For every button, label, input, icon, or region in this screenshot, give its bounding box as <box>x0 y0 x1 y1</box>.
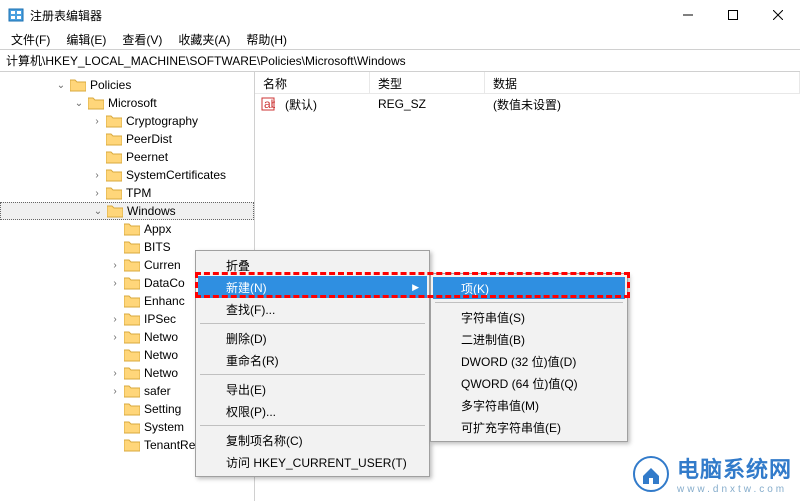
menu-file[interactable]: 文件(F) <box>4 29 57 50</box>
ctx-perm[interactable]: 权限(P)... <box>198 400 427 422</box>
folder-icon <box>70 78 86 92</box>
ctx-new-expand[interactable]: 可扩充字符串值(E) <box>433 416 625 438</box>
ctx-collapse[interactable]: 折叠 <box>198 254 427 276</box>
menu-fav[interactable]: 收藏夹(A) <box>171 29 237 50</box>
folder-icon <box>124 348 140 362</box>
expand-icon[interactable]: › <box>90 188 104 199</box>
folder-icon <box>124 366 140 380</box>
folder-icon <box>106 168 122 182</box>
ctx-delete[interactable]: 删除(D) <box>198 327 427 349</box>
watermark: 电脑系统网 www.dnxtw.com <box>633 452 792 495</box>
folder-icon <box>124 420 140 434</box>
list-header: 名称 类型 数据 <box>255 72 800 94</box>
maximize-button[interactable] <box>710 0 755 30</box>
expand-icon[interactable]: › <box>108 368 122 379</box>
separator <box>200 374 425 375</box>
close-button[interactable] <box>755 0 800 30</box>
folder-icon <box>124 222 140 236</box>
menu-view[interactable]: 查看(V) <box>115 29 169 50</box>
ctx-new-dword[interactable]: DWORD (32 位)值(D) <box>433 350 625 372</box>
folder-icon <box>124 438 140 452</box>
ctx-find[interactable]: 查找(F)... <box>198 298 427 320</box>
ctx-new[interactable]: 新建(N)▶ <box>198 276 427 298</box>
folder-icon <box>106 132 122 146</box>
folder-icon <box>106 114 122 128</box>
ctx-new-qword[interactable]: QWORD (64 位)值(Q) <box>433 372 625 394</box>
submenu-arrow-icon: ▶ <box>412 282 419 293</box>
app-icon <box>8 7 24 23</box>
expand-icon[interactable]: › <box>90 116 104 127</box>
tree-node[interactable]: ›TPM <box>0 184 254 202</box>
menu-help[interactable]: 帮助(H) <box>239 29 294 50</box>
expand-icon[interactable]: ⌄ <box>54 80 68 91</box>
ctx-new-binary[interactable]: 二进制值(B) <box>433 328 625 350</box>
separator <box>435 302 623 303</box>
expand-icon[interactable]: ⌄ <box>72 98 86 109</box>
ctx-new-string[interactable]: 字符串值(S) <box>433 306 625 328</box>
menu-edit[interactable]: 编辑(E) <box>59 29 113 50</box>
context-submenu-new: 项(K) 字符串值(S) 二进制值(B) DWORD (32 位)值(D) QW… <box>430 273 628 442</box>
tree-node-microsoft[interactable]: ⌄Microsoft <box>0 94 254 112</box>
ctx-new-multi[interactable]: 多字符串值(M) <box>433 394 625 416</box>
minimize-button[interactable] <box>665 0 710 30</box>
expand-icon[interactable]: › <box>90 170 104 181</box>
expand-icon[interactable]: › <box>108 260 122 271</box>
tree-node[interactable]: PeerDist <box>0 130 254 148</box>
tree-node[interactable]: ›SystemCertificates <box>0 166 254 184</box>
ctx-rename[interactable]: 重命名(R) <box>198 349 427 371</box>
col-type[interactable]: 类型 <box>370 72 485 93</box>
expand-icon[interactable]: › <box>108 332 122 343</box>
folder-icon <box>124 294 140 308</box>
window-title: 注册表编辑器 <box>30 7 665 24</box>
col-data[interactable]: 数据 <box>485 72 800 93</box>
folder-icon <box>124 258 140 272</box>
folder-icon <box>124 330 140 344</box>
ctx-goto[interactable]: 访问 HKEY_CURRENT_USER(T) <box>198 451 427 473</box>
expand-icon[interactable]: › <box>108 314 122 325</box>
string-value-icon: ab <box>261 97 275 111</box>
menu-bar: 文件(F) 编辑(E) 查看(V) 收藏夹(A) 帮助(H) <box>0 30 800 50</box>
expand-icon[interactable]: ⌄ <box>91 206 105 217</box>
folder-icon <box>106 186 122 200</box>
ctx-export[interactable]: 导出(E) <box>198 378 427 400</box>
expand-icon[interactable]: › <box>108 386 122 397</box>
tree-node[interactable]: Appx <box>0 220 254 238</box>
tree-node[interactable]: Peernet <box>0 148 254 166</box>
col-name[interactable]: 名称 <box>255 72 370 93</box>
separator <box>200 425 425 426</box>
folder-icon <box>124 402 140 416</box>
folder-icon <box>124 240 140 254</box>
separator <box>200 323 425 324</box>
folder-icon <box>124 276 140 290</box>
tree-node-windows-selected[interactable]: ⌄Windows <box>0 202 254 220</box>
ctx-copy[interactable]: 复制项名称(C) <box>198 429 427 451</box>
folder-icon <box>106 150 122 164</box>
folder-icon <box>107 204 123 218</box>
expand-icon[interactable]: › <box>108 278 122 289</box>
folder-icon <box>124 384 140 398</box>
context-menu: 折叠 新建(N)▶ 查找(F)... 删除(D) 重命名(R) 导出(E) 权限… <box>195 250 430 477</box>
list-row-default[interactable]: ab (默认) REG_SZ (数值未设置) <box>255 94 800 114</box>
folder-icon <box>124 312 140 326</box>
svg-text:ab: ab <box>264 97 275 111</box>
tree-node[interactable]: ›Cryptography <box>0 112 254 130</box>
folder-icon <box>88 96 104 110</box>
tree-node-policies[interactable]: ⌄Policies <box>0 76 254 94</box>
address-bar[interactable]: 计算机\HKEY_LOCAL_MACHINE\SOFTWARE\Policies… <box>0 50 800 72</box>
ctx-new-key[interactable]: 项(K) <box>433 277 625 299</box>
watermark-icon <box>633 456 669 492</box>
